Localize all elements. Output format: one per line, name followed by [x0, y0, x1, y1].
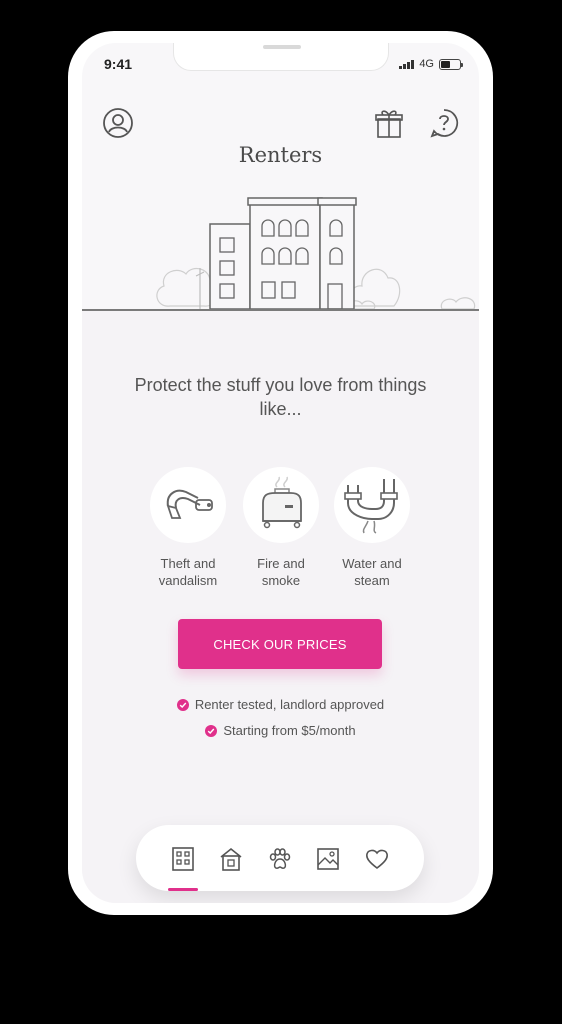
perk-icon-circle: [243, 467, 319, 543]
notch: [173, 43, 389, 71]
heart-icon: [366, 849, 388, 870]
check-icon: [176, 698, 189, 711]
check-icon: [205, 724, 218, 737]
perk-label: Water and steam: [342, 556, 402, 588]
perk-theft: Theft and vandalism: [146, 467, 230, 589]
building-illustration: [156, 197, 476, 310]
status-time: 9:41: [104, 56, 133, 72]
tab-photos[interactable]: [314, 845, 342, 873]
check-label: Renter tested, landlord approved: [194, 697, 385, 712]
building-icon: [172, 847, 194, 871]
tab-pets[interactable]: [266, 845, 294, 873]
house-icon: [220, 847, 242, 871]
question-bubble-icon[interactable]: [428, 107, 460, 139]
status-indicators: 4G: [399, 58, 463, 70]
tab-home[interactable]: [217, 845, 245, 873]
perk-icon-circle: [334, 467, 410, 543]
check-item: Starting from $5/month: [82, 723, 479, 738]
page-title: Renters: [238, 143, 323, 167]
signal-icon: [399, 59, 415, 69]
perk-water: Water and steam: [330, 467, 414, 589]
perk-fire: Fire and smoke: [239, 467, 323, 589]
check-prices-button[interactable]: CHECK OUR PRICES: [178, 619, 382, 669]
network-label: 4G: [419, 58, 434, 70]
perk-label: Fire and smoke: [257, 556, 305, 588]
pipe-leak-icon: [344, 479, 398, 534]
toaster-icon: [262, 476, 302, 529]
active-tab-indicator: [168, 888, 198, 891]
check-label: Starting from $5/month: [223, 723, 356, 738]
phone-frame: 9:41 4G Renters Protect the stuff you lo…: [68, 31, 493, 915]
perk-label: Theft and vandalism: [158, 556, 218, 588]
photo-icon: [317, 848, 339, 870]
perk-icon-circle: [150, 467, 226, 543]
app-screen: 9:41 4G Renters Protect the stuff you lo…: [82, 43, 479, 903]
check-item: Renter tested, landlord approved: [82, 697, 479, 712]
user-circle-icon[interactable]: [102, 107, 134, 139]
tab-bar: [136, 825, 424, 891]
lock-icon: [166, 489, 213, 519]
battery-icon: [439, 58, 463, 70]
tab-renters[interactable]: [169, 845, 197, 873]
paw-icon: [269, 848, 291, 870]
gift-icon[interactable]: [374, 107, 404, 139]
tab-favorites[interactable]: [363, 845, 391, 873]
speaker-grille: [263, 45, 301, 49]
headline: Protect the stuff you love from things l…: [134, 375, 427, 419]
